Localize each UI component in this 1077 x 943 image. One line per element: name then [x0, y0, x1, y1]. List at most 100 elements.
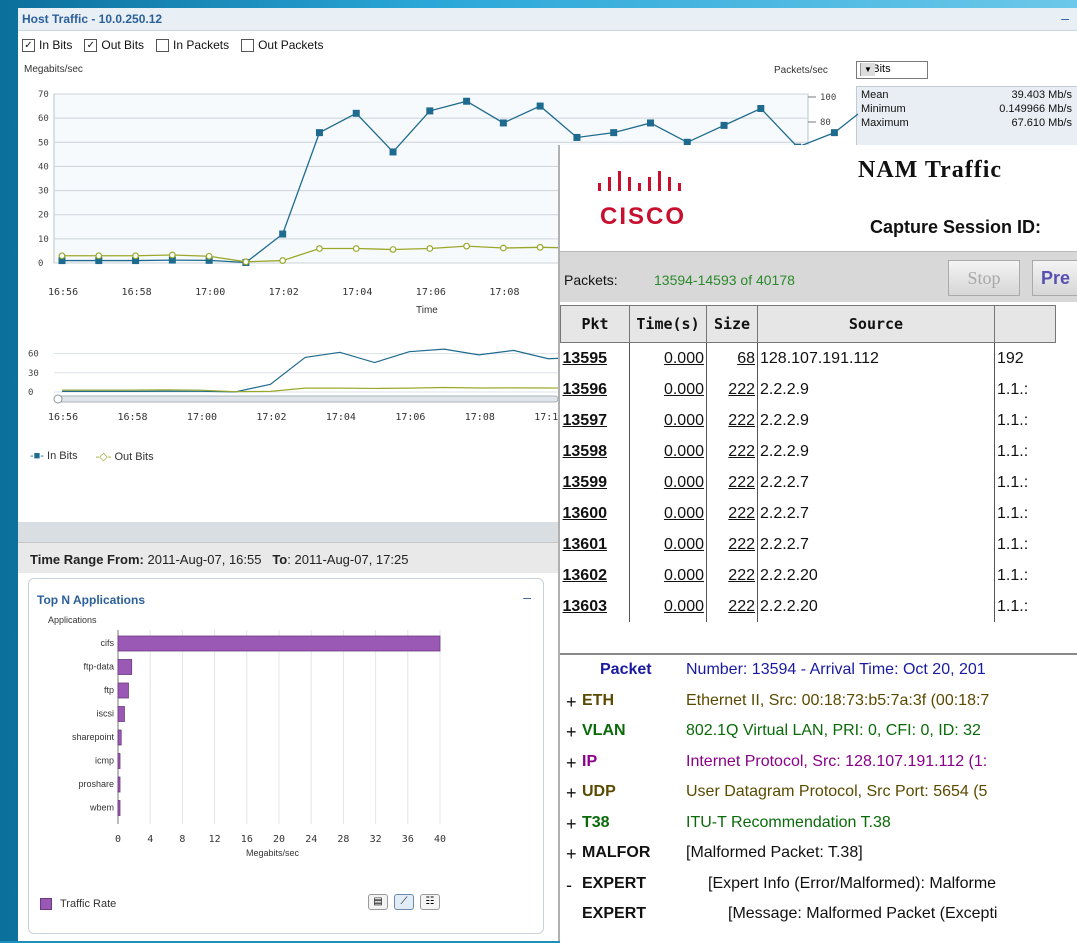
data-point: [757, 104, 765, 112]
bar: [117, 635, 441, 652]
data-point: [426, 107, 434, 115]
cisco-logo: [598, 171, 681, 191]
traffic-rate-swatch: [40, 898, 52, 910]
x-tick-label: 40: [434, 834, 446, 845]
minimize-icon[interactable]: –: [523, 589, 531, 605]
bar: [117, 753, 121, 769]
category-label: icmp: [95, 756, 114, 766]
col-source[interactable]: Source: [757, 305, 995, 343]
packet-row[interactable]: 13599 0.000 222 2.2.2.7 1.1.:: [560, 467, 1056, 498]
panel-title: Host Traffic - 10.0.250.12: [22, 12, 163, 26]
table-view-icon[interactable]: ▤: [368, 894, 388, 910]
y-tick-label: 30: [38, 187, 49, 197]
x-tick-label: 17:08: [489, 287, 519, 298]
category-label: sharepoint: [72, 732, 115, 742]
data-point: [352, 245, 360, 252]
expand-icon[interactable]: +: [566, 844, 580, 865]
packet-table: Pkt Time(s) Size Source 135940.00068128.…: [560, 305, 1077, 650]
stop-button[interactable]: Stop: [948, 260, 1020, 296]
data-point: [499, 244, 507, 252]
overview-chart[interactable]: 60 30 0 16:56 16:58 17:00 17:02 17:04 17:06 17:08…: [18, 332, 558, 432]
x-tick-label: 17:10: [534, 412, 558, 423]
chevron-down-icon[interactable]: ▼: [860, 63, 875, 76]
cell-dst: 1.1.:: [997, 380, 1029, 398]
col-destination[interactable]: [994, 305, 1056, 343]
cisco-wordmark: CISCO: [600, 203, 687, 230]
cell-dst: 1.1.:: [997, 411, 1029, 429]
chart-view-icon[interactable]: ⟋: [394, 894, 414, 910]
checkbox-in-packets[interactable]: In Packets: [156, 38, 229, 52]
bar: [117, 682, 129, 699]
packet-row[interactable]: 13598 0.000 222 2.2.2.9 1.1.:: [560, 436, 1056, 467]
cell-size: 222: [706, 560, 758, 591]
expand-icon[interactable]: +: [566, 692, 580, 713]
expand-icon[interactable]: +: [566, 783, 580, 804]
time-range-bar: Time Range From: 2011-Aug-07, 16:55 To: …: [18, 542, 558, 573]
cell-time: 0.000: [629, 560, 707, 591]
col-time[interactable]: Time(s): [629, 305, 707, 343]
cell-time: 0.000: [629, 467, 707, 498]
chart-legend: -■- In Bits -◇- Out Bits: [30, 450, 154, 463]
detail-value: [Expert Info (Error/Malformed): Malforme: [708, 874, 997, 892]
packet-row[interactable]: 13602 0.000 222 2.2.2.20 1.1.:: [560, 560, 1056, 591]
x-tick-label: 17:02: [269, 287, 299, 298]
minimize-icon[interactable]: –: [1061, 10, 1069, 26]
x-tick-label: 16:58: [117, 412, 147, 423]
cell-src: 2.2.2.9: [757, 374, 995, 405]
col-size[interactable]: Size: [706, 305, 758, 343]
data-point: [830, 129, 838, 137]
detail-key: IP: [582, 752, 598, 770]
check-icon[interactable]: ✓: [84, 38, 98, 52]
metric-select[interactable]: In Bits ▼: [856, 61, 928, 79]
x-tick-label: 16:56: [48, 412, 78, 423]
packet-row[interactable]: 13596 0.000 222 2.2.2.9 1.1.:: [560, 374, 1056, 405]
nam-title: NAM Traffic: [858, 157, 1003, 183]
cell-time: 0.000: [629, 591, 707, 622]
collapse-icon[interactable]: -: [566, 875, 580, 896]
prev-button[interactable]: Pre: [1032, 260, 1077, 296]
packet-row[interactable]: 13601 0.000 222 2.2.2.7 1.1.:: [560, 529, 1056, 560]
cell-src: 2.2.2.9: [757, 436, 995, 467]
detail-key: ETH: [582, 691, 614, 709]
cell-time: 0.000: [629, 498, 707, 529]
y-tick-label: 50: [38, 138, 49, 148]
x-tick-label: 32: [370, 834, 382, 845]
y-tick-label: 20: [38, 211, 49, 221]
packet-row[interactable]: 13600 0.000 222 2.2.2.7 1.1.:: [560, 498, 1056, 529]
bar: [117, 776, 121, 793]
x-tick-label: 28: [337, 834, 349, 845]
cell-time: 0.000: [629, 405, 707, 436]
y2-tick-label: 80: [820, 118, 831, 128]
data-point: [389, 246, 397, 253]
check-icon[interactable]: ✓: [22, 38, 35, 52]
x-tick-label: 8: [179, 834, 185, 845]
checkbox-out-packets[interactable]: Out Packets: [241, 38, 323, 52]
cell-dst: 1.1.:: [997, 566, 1029, 584]
grid-view-icon[interactable]: ☷: [420, 894, 440, 910]
col-pkt[interactable]: Pkt: [560, 305, 630, 343]
data-point: [646, 119, 654, 127]
category-label: ftp: [104, 685, 114, 695]
data-point: [463, 242, 470, 250]
expand-icon[interactable]: +: [566, 753, 580, 774]
packet-row[interactable]: 13603 0.000 222 2.2.2.20 1.1.:: [560, 591, 1056, 622]
expand-icon[interactable]: +: [566, 814, 580, 835]
data-point: [242, 258, 250, 266]
checkbox-in-bits[interactable]: ✓ In Bits: [22, 38, 72, 52]
cell-dst: 1.1.:: [997, 597, 1029, 615]
packet-row[interactable]: 13597 0.000 222 2.2.2.9 1.1.:: [560, 405, 1056, 436]
detail-value: [Message: Malformed Packet (Excepti: [728, 905, 998, 922]
x-tick-label: 17:06: [416, 287, 446, 298]
data-point: [205, 252, 213, 260]
cell-size: 222: [706, 374, 758, 405]
cell-time: 0.000: [629, 529, 707, 560]
category-label: wbem: [89, 803, 114, 813]
y-tick-label: 60: [28, 350, 39, 360]
detail-key: EXPERT: [582, 874, 647, 892]
expand-icon[interactable]: +: [566, 722, 580, 743]
bar-legend: Traffic Rate: [40, 898, 116, 910]
checkbox-out-bits[interactable]: ✓ Out Bits: [84, 38, 144, 52]
left-axis-unit: Megabits/sec: [24, 64, 83, 75]
detail-value: Number: 13594 - Arrival Time: Oct 20, 20…: [686, 661, 986, 678]
packet-row[interactable]: 13595 0.000 68 128.107.191.112 192: [560, 343, 1056, 374]
